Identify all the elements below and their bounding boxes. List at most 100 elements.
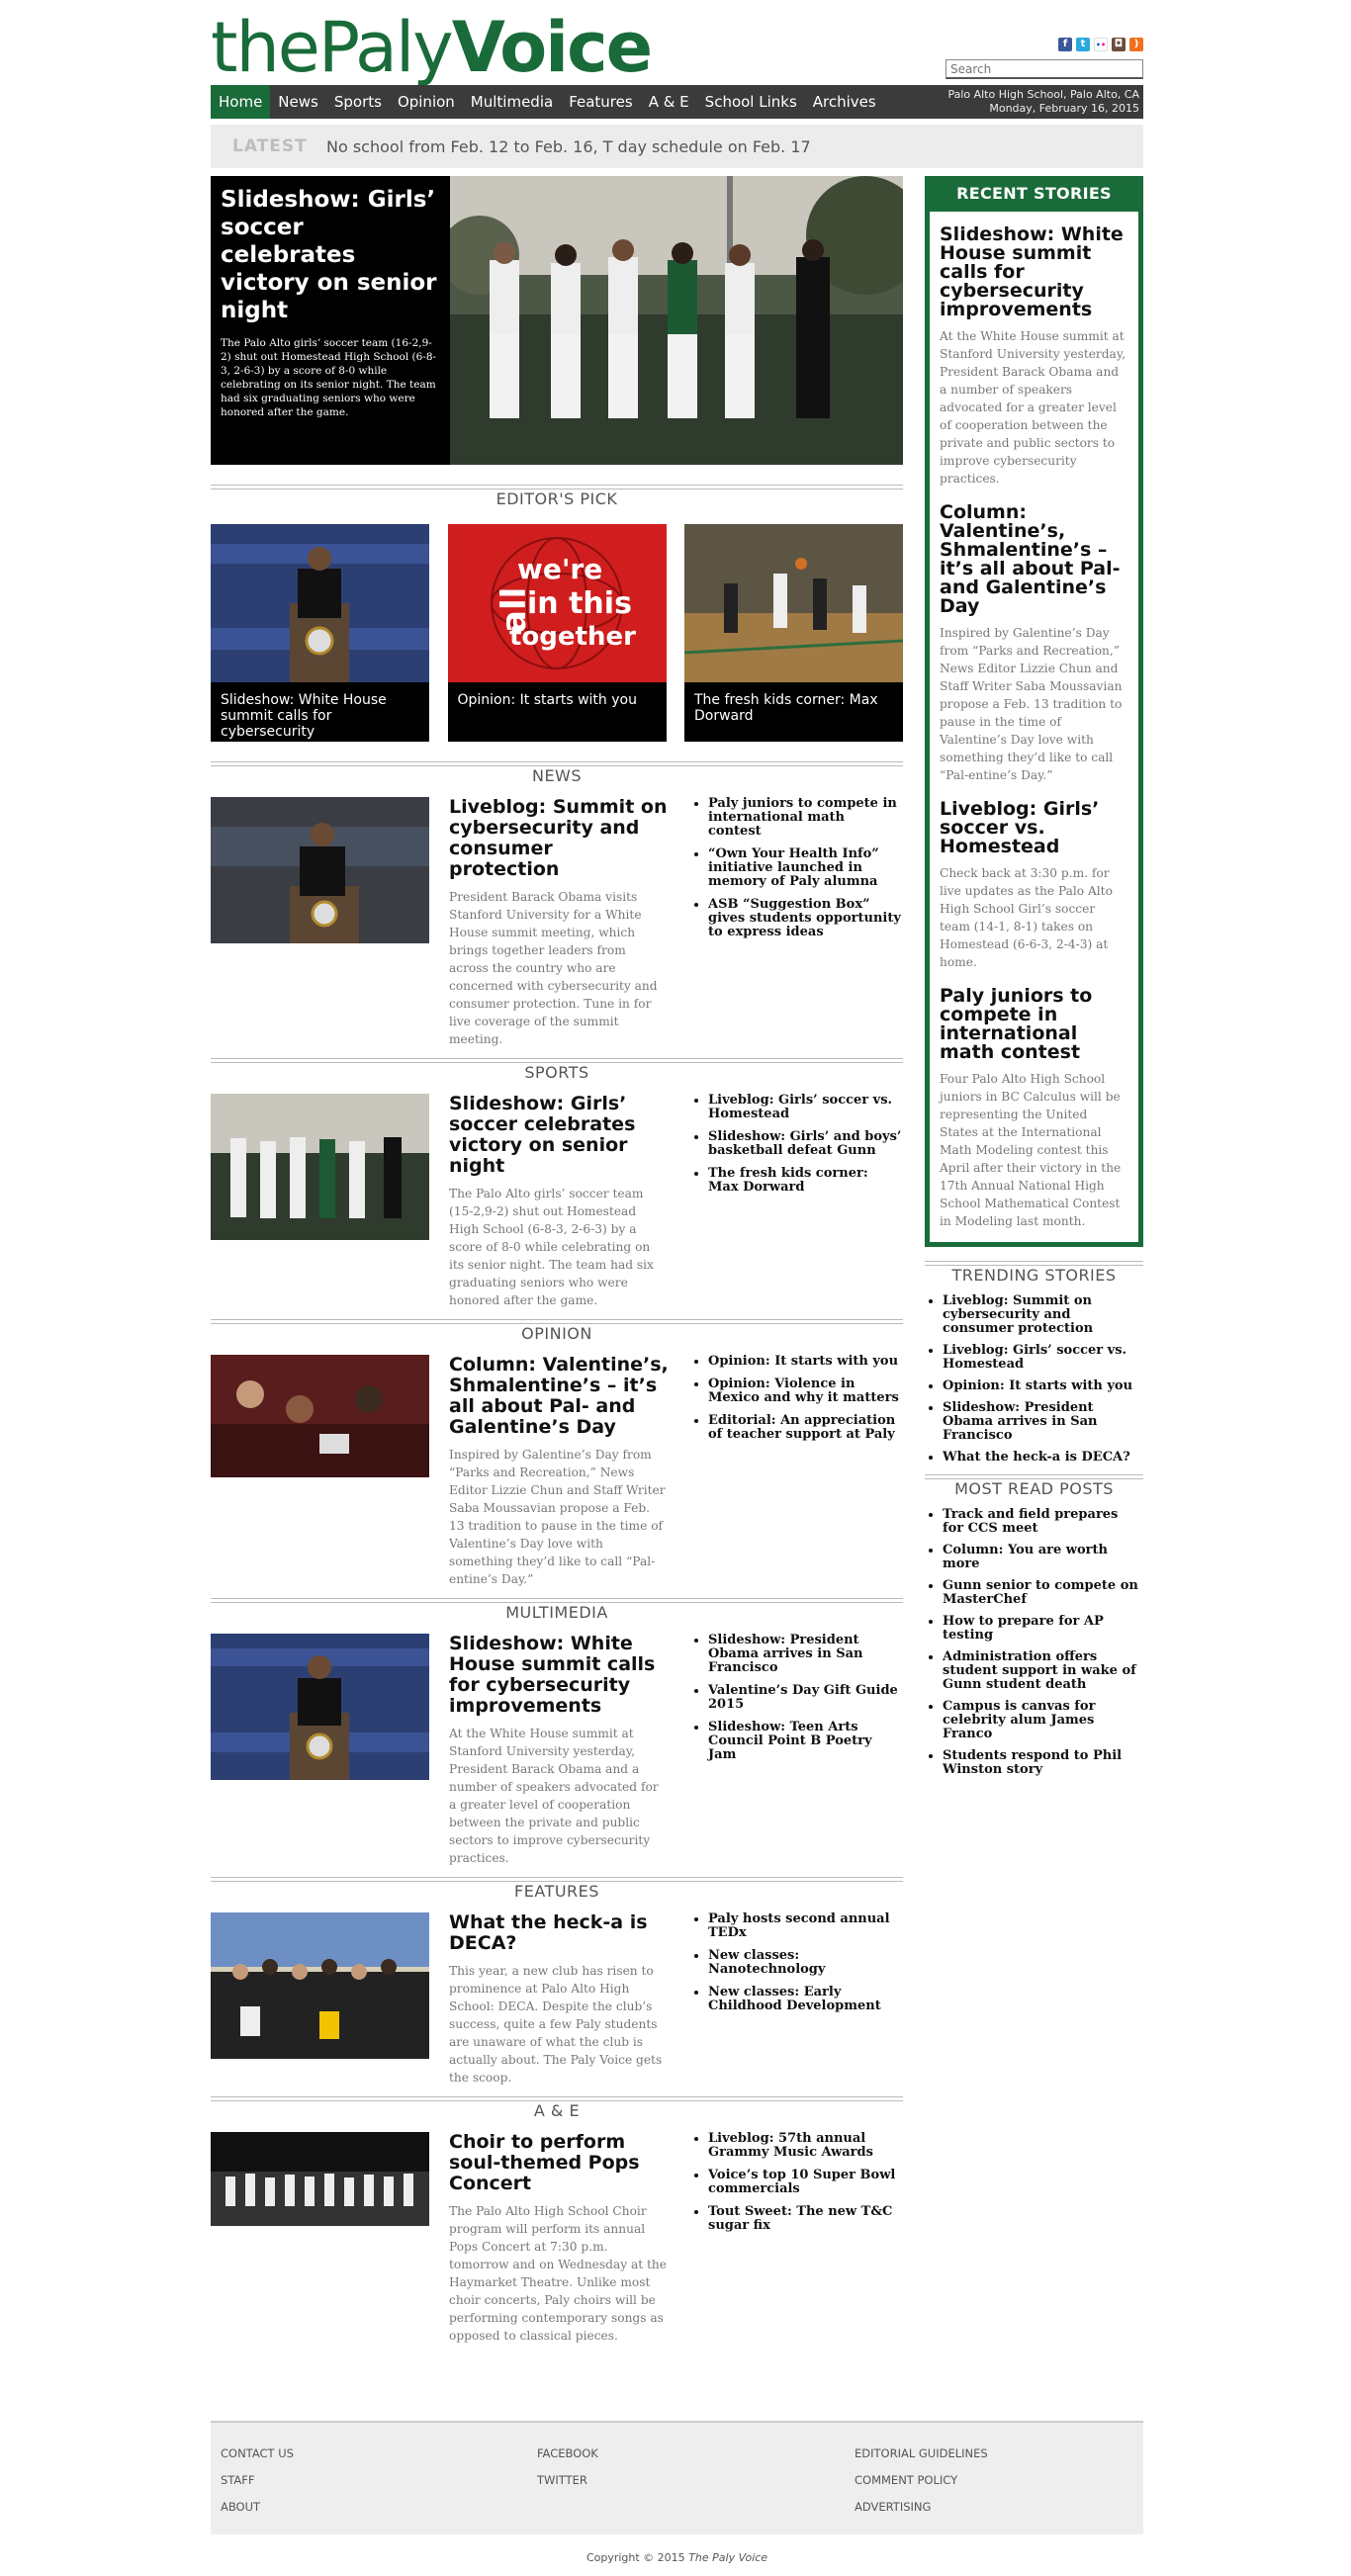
news-feature: Liveblog: Summit on cybersecurity and co… [449, 797, 669, 1048]
most-read-item[interactable]: How to prepare for AP testing [943, 1615, 1143, 1643]
recent-story-title[interactable]: Paly juniors to compete in international… [940, 987, 1128, 1062]
multimedia-link[interactable]: Slideshow: Teen Arts Council Point B Poe… [708, 1721, 902, 1762]
nav-multimedia[interactable]: Multimedia [463, 85, 561, 119]
sports-link[interactable]: Liveblog: Girls’ soccer vs. Homestead [708, 1094, 902, 1121]
sports-title[interactable]: Slideshow: Girls’ soccer celebrates vict… [449, 1094, 669, 1177]
opinion-title[interactable]: Column: Valentine’s, Shmalentine’s – it’… [449, 1355, 669, 1438]
nav-opinion[interactable]: Opinion [390, 85, 463, 119]
opinion-link[interactable]: Opinion: Violence in Mexico and why it m… [708, 1377, 902, 1405]
ae-link[interactable]: Liveblog: 57th annual Grammy Music Award… [708, 2132, 902, 2160]
multimedia-link[interactable]: Valentine’s Day Gift Guide 2015 [708, 1684, 902, 1712]
footer-col-1: CONTACT US STAFF ABOUT [221, 2441, 294, 2521]
recent-stories-heading: RECENT STORIES [930, 181, 1138, 212]
date-text: Monday, February 16, 2015 [989, 102, 1139, 115]
copyright: Copyright © 2015 The Paly Voice [211, 2551, 1143, 2564]
ae-title[interactable]: Choir to perform soul-themed Pops Concer… [449, 2132, 669, 2194]
news-link[interactable]: Paly juniors to compete in international… [708, 797, 902, 839]
sports-link[interactable]: Slideshow: Girls’ and boys’ basketball d… [708, 1130, 902, 1158]
facebook-icon[interactable]: f [1058, 38, 1072, 51]
editors-pick-card[interactable]: The fresh kids corner: Max Dorward [684, 524, 903, 742]
recent-story-title[interactable]: Liveblog: Girls’ soccer vs. Homestead [940, 800, 1128, 856]
multimedia-heading: MULTIMEDIA [211, 1598, 903, 1628]
footer-advertising-link[interactable]: ADVERTISING [855, 2494, 988, 2521]
hero-title[interactable]: Slideshow: Girls’ soccer celebrates vict… [221, 186, 440, 324]
hero-slideshow[interactable]: Slideshow: Girls’ soccer celebrates vict… [211, 176, 903, 465]
features-link[interactable]: New classes: Early Childhood Development [708, 1986, 902, 2013]
news-section: Liveblog: Summit on cybersecurity and co… [211, 797, 903, 1048]
pick-img-were: we're [517, 553, 602, 585]
opinion-links: Opinion: It starts with you Opinion: Vio… [688, 1355, 902, 1588]
trending-item[interactable]: Slideshow: President Obama arrives in Sa… [943, 1401, 1143, 1443]
flickr-icon[interactable]: •• [1094, 38, 1108, 51]
ae-summary: The Palo Alto High School Choir program … [449, 2204, 667, 2343]
opinion-feature: Column: Valentine’s, Shmalentine’s – it’… [449, 1355, 669, 1588]
trending-item[interactable]: Opinion: It starts with you [943, 1379, 1143, 1393]
most-read-item[interactable]: Administration offers student support in… [943, 1650, 1143, 1692]
trending-item[interactable]: Liveblog: Girls’ soccer vs. Homestead [943, 1344, 1143, 1372]
multimedia-feature: Slideshow: White House summit calls for … [449, 1634, 669, 1867]
opinion-section: Column: Valentine’s, Shmalentine’s – it’… [211, 1355, 903, 1588]
multimedia-thumb[interactable] [211, 1634, 429, 1780]
features-title[interactable]: What the heck-a is DECA? [449, 1912, 669, 1954]
editors-pick-caption[interactable]: Slideshow: White House summit calls for … [221, 692, 421, 740]
footer-about-link[interactable]: ABOUT [221, 2494, 294, 2521]
footer-facebook-link[interactable]: FACEBOOK [537, 2441, 598, 2467]
ae-links: Liveblog: 57th annual Grammy Music Award… [688, 2132, 902, 2345]
most-read-item[interactable]: Column: You are worth more [943, 1544, 1143, 1571]
most-read-item[interactable]: Gunn senior to compete on MasterChef [943, 1579, 1143, 1607]
sports-link[interactable]: The fresh kids corner: Max Dorward [708, 1167, 902, 1195]
editors-pick-card[interactable]: Slideshow: White House summit calls for … [211, 524, 429, 742]
ae-link[interactable]: Voice’s top 10 Super Bowl commercials [708, 2169, 902, 2196]
footer-comment-policy-link[interactable]: COMMENT POLICY [855, 2467, 988, 2494]
opinion-link[interactable]: Editorial: An appreciation of teacher su… [708, 1414, 902, 1442]
news-link[interactable]: ASB “Suggestion Box” gives students oppo… [708, 898, 902, 939]
editors-pick-caption[interactable]: The fresh kids corner: Max Dorward [694, 692, 895, 724]
footer-staff-link[interactable]: STAFF [221, 2467, 294, 2494]
sports-thumb[interactable] [211, 1094, 429, 1240]
ae-link[interactable]: Tout Sweet: The new T&C sugar fix [708, 2205, 902, 2233]
editors-pick-row: Slideshow: White House summit calls for … [211, 524, 903, 742]
nav-sports[interactable]: Sports [326, 85, 390, 119]
opinion-thumb[interactable] [211, 1355, 429, 1501]
hero-image[interactable] [450, 176, 903, 465]
news-heading-title: NEWS [531, 766, 583, 785]
editors-pick-title: EDITOR'S PICK [495, 489, 618, 508]
multimedia-link[interactable]: Slideshow: President Obama arrives in Sa… [708, 1634, 902, 1675]
ae-heading-title: A & E [533, 2101, 581, 2120]
nav-news[interactable]: News [270, 85, 326, 119]
nav-home[interactable]: Home [211, 85, 271, 119]
recent-story-title[interactable]: Slideshow: White House summit calls for … [940, 225, 1128, 319]
most-read-item[interactable]: Campus is canvas for celebrity alum Jame… [943, 1700, 1143, 1741]
nav-features[interactable]: Features [561, 85, 641, 119]
nav-ae[interactable]: A & E [641, 85, 697, 119]
news-title[interactable]: Liveblog: Summit on cybersecurity and co… [449, 797, 669, 880]
footer-contact-link[interactable]: CONTACT US [221, 2441, 294, 2467]
editors-pick-caption[interactable]: Opinion: It starts with you [458, 692, 659, 708]
footer-twitter-link[interactable]: TWITTER [537, 2467, 598, 2494]
multimedia-title[interactable]: Slideshow: White House summit calls for … [449, 1634, 669, 1717]
footer-guidelines-link[interactable]: EDITORIAL GUIDELINES [855, 2441, 988, 2467]
recent-story-title[interactable]: Column: Valentine’s, Shmalentine’s – it’… [940, 503, 1128, 616]
most-read-item[interactable]: Students respond to Phil Winston story [943, 1749, 1143, 1777]
opinion-link[interactable]: Opinion: It starts with you [708, 1355, 902, 1369]
most-read-item[interactable]: Track and field prepares for CCS meet [943, 1508, 1143, 1536]
nav-school-links[interactable]: School Links [697, 85, 805, 119]
search-input[interactable] [946, 59, 1143, 79]
nav-archives[interactable]: Archives [805, 85, 884, 119]
site-logo[interactable]: thePalyVoice [211, 8, 653, 87]
features-link[interactable]: New classes: Nanotechnology [708, 1949, 902, 1977]
editors-pick-card[interactable]: we're all in this together Opinion: It s… [447, 524, 667, 742]
features-link[interactable]: Paly hosts second annual TEDx [708, 1912, 902, 1940]
features-thumb[interactable] [211, 1912, 429, 2059]
trending-item[interactable]: Liveblog: Summit on cybersecurity and co… [943, 1294, 1143, 1336]
news-link[interactable]: “Own Your Health Info” initiative launch… [708, 847, 902, 889]
recent-story-summary: At the White House summit at Stanford Un… [940, 329, 1126, 486]
latest-headline[interactable]: No school from Feb. 12 to Feb. 16, T day… [326, 137, 811, 156]
ae-thumb[interactable] [211, 2132, 429, 2226]
news-thumb[interactable] [211, 797, 429, 943]
sports-summary: The Palo Alto girls’ soccer team (15-2,9… [449, 1187, 654, 1307]
rss-icon[interactable]: ) [1129, 38, 1143, 51]
instagram-icon[interactable]: ◘ [1112, 38, 1126, 51]
trending-item[interactable]: What the heck-a is DECA? [943, 1451, 1143, 1465]
twitter-icon[interactable]: t [1076, 38, 1090, 51]
